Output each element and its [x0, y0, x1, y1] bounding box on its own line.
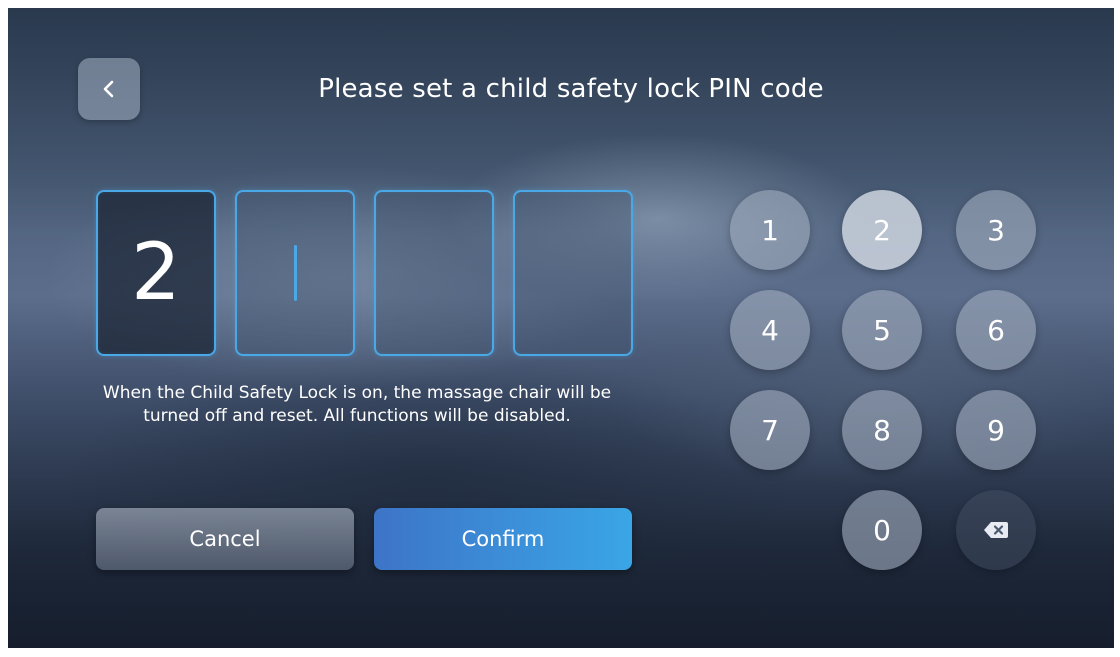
keypad-key-3[interactable]: 3 [956, 190, 1036, 270]
cancel-button-label: Cancel [189, 527, 261, 551]
keypad-key-6[interactable]: 6 [956, 290, 1036, 370]
keypad-key-7-label: 7 [761, 413, 779, 447]
pin-digit-4[interactable] [513, 190, 633, 356]
pin-setup-screen: Please set a child safety lock PIN code … [8, 8, 1114, 648]
backspace-icon [984, 522, 1008, 538]
keypad-key-4[interactable]: 4 [730, 290, 810, 370]
keypad-key-2-label: 2 [873, 213, 891, 247]
text-cursor [293, 245, 297, 301]
keypad-key-3-label: 3 [987, 213, 1005, 247]
pin-input-row[interactable]: 2 [96, 190, 633, 356]
keypad-key-8[interactable]: 8 [842, 390, 922, 470]
cancel-button[interactable]: Cancel [96, 508, 354, 570]
keypad-key-2[interactable]: 2 [842, 190, 922, 270]
keypad-key-0-label: 0 [873, 513, 891, 547]
keypad-key-1[interactable]: 1 [730, 190, 810, 270]
keypad-key-9-label: 9 [987, 413, 1005, 447]
keypad-key-5-label: 5 [873, 313, 891, 347]
keypad-key-5[interactable]: 5 [842, 290, 922, 370]
keypad-key-1-label: 1 [761, 213, 779, 247]
keypad-key-9[interactable]: 9 [956, 390, 1036, 470]
keypad-key-8-label: 8 [873, 413, 891, 447]
backspace-button[interactable] [956, 490, 1036, 570]
pin-digit-3[interactable] [374, 190, 494, 356]
keypad-key-6-label: 6 [987, 313, 1005, 347]
pin-digit-1[interactable]: 2 [96, 190, 216, 356]
page-title: Please set a child safety lock PIN code [318, 74, 824, 104]
safety-lock-notice: When the Child Safety Lock is on, the ma… [102, 383, 612, 426]
pin-digit-2[interactable] [235, 190, 355, 356]
confirm-button[interactable]: Confirm [374, 508, 632, 570]
keypad-key-4-label: 4 [761, 313, 779, 347]
confirm-button-label: Confirm [461, 527, 545, 551]
keypad-key-0[interactable]: 0 [842, 490, 922, 570]
keypad-key-7[interactable]: 7 [730, 390, 810, 470]
pin-digit-1-value: 2 [131, 228, 181, 318]
